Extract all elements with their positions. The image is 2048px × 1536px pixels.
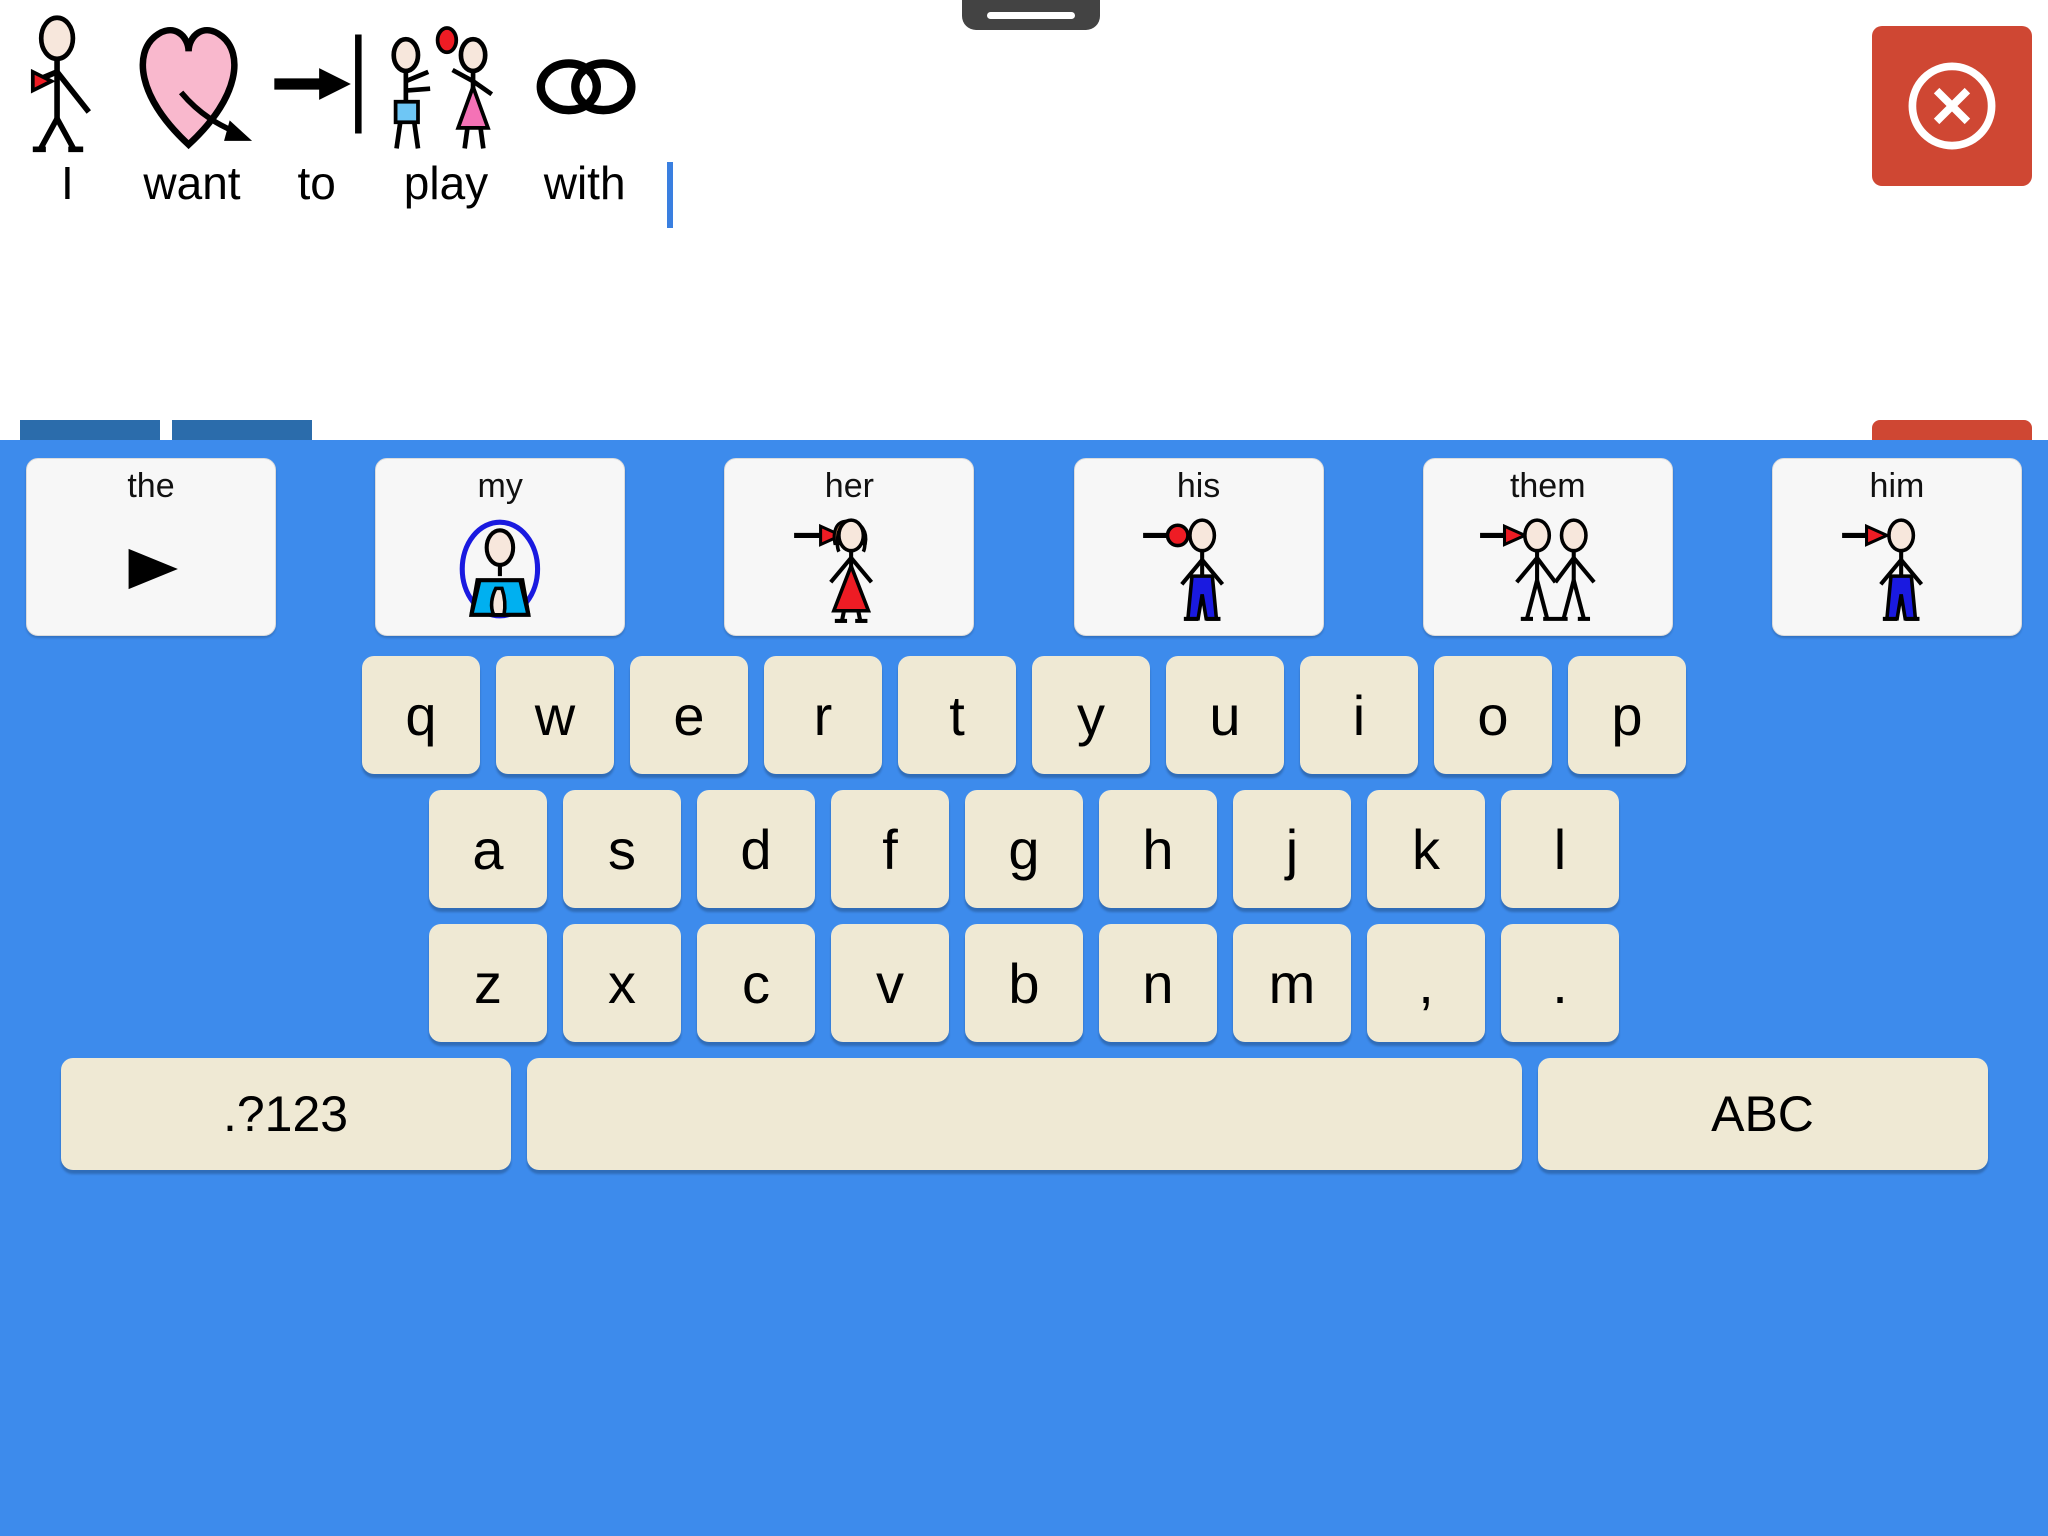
keyboard-row-4: .?123 ABC	[0, 1058, 2048, 1170]
keyboard-row-3: z x c v b n m , .	[0, 924, 2048, 1042]
prediction-symbol	[376, 503, 624, 635]
two-interlocking-rings-icon	[536, 59, 636, 115]
prediction-symbol	[725, 503, 973, 635]
key-w[interactable]: w	[496, 656, 614, 774]
arrow-to-girl-red-dress-icon	[794, 518, 874, 623]
prediction-them[interactable]: them	[1422, 458, 1673, 636]
key-s[interactable]: s	[563, 790, 681, 908]
sentence-word-play[interactable]: play	[376, 14, 516, 206]
key-o[interactable]: o	[1434, 656, 1552, 774]
key-i[interactable]: i	[1300, 656, 1418, 774]
key-v[interactable]: v	[831, 924, 949, 1042]
close-circle-icon	[1908, 62, 1996, 150]
sentence-word-label: to	[297, 157, 336, 209]
two-children-with-ball-icon	[391, 26, 494, 149]
prediction-label: him	[1869, 467, 1925, 505]
key-g[interactable]: g	[965, 790, 1083, 908]
prediction-him[interactable]: him	[1771, 458, 2022, 636]
key-m[interactable]: m	[1233, 924, 1351, 1042]
key-j[interactable]: j	[1233, 790, 1351, 908]
key-f[interactable]: f	[831, 790, 949, 908]
pink-heart-with-arrow-icon	[139, 27, 252, 150]
prediction-my[interactable]: my	[375, 458, 626, 636]
arrow-to-boy-blue-trousers-icon	[1841, 518, 1923, 621]
arrow-to-line-icon	[274, 34, 362, 134]
word-prediction-row: the my her his them him	[0, 458, 2048, 636]
onscreen-keyboard: the my her his them him q w e r t y u i …	[0, 440, 2048, 1536]
line-dot-to-boy-blue-trousers-icon	[1143, 518, 1225, 621]
prediction-label: the	[127, 467, 175, 505]
key-a[interactable]: a	[429, 790, 547, 908]
key-n[interactable]: n	[1099, 924, 1217, 1042]
key-numbers-symbols[interactable]: .?123	[60, 1058, 511, 1170]
key-q[interactable]: q	[362, 656, 480, 774]
text-caret	[667, 162, 674, 228]
prediction-label: them	[1509, 467, 1586, 505]
key-comma[interactable]: ,	[1367, 924, 1485, 1042]
key-z[interactable]: z	[429, 924, 547, 1042]
sentence-word-label: play	[403, 157, 489, 209]
arrow-to-two-people-holding-hands-icon	[1480, 518, 1597, 621]
prediction-her[interactable]: her	[724, 458, 975, 636]
key-abc[interactable]: ABC	[1537, 1058, 1988, 1170]
sentence-word-i[interactable]: I	[16, 14, 119, 206]
key-period[interactable]: .	[1501, 924, 1619, 1042]
key-h[interactable]: h	[1099, 790, 1217, 908]
prediction-the[interactable]: the	[26, 458, 276, 636]
prediction-symbol	[27, 503, 275, 635]
prediction-label: her	[824, 467, 874, 505]
prediction-label: his	[1176, 467, 1221, 505]
key-x[interactable]: x	[563, 924, 681, 1042]
prediction-symbol	[1075, 503, 1323, 635]
keyboard-row-2: a s d f g h j k l	[0, 790, 2048, 908]
key-k[interactable]: k	[1367, 790, 1485, 908]
key-p[interactable]: p	[1568, 656, 1686, 774]
sentence-strip[interactable]: I want to play with	[16, 14, 1356, 264]
sentence-word-label: with	[543, 157, 626, 209]
key-d[interactable]: d	[697, 790, 815, 908]
prediction-symbol	[1424, 503, 1672, 635]
key-t[interactable]: t	[898, 656, 1016, 774]
sentence-word-with[interactable]: with	[524, 14, 645, 206]
key-c[interactable]: c	[697, 924, 815, 1042]
key-y[interactable]: y	[1032, 656, 1150, 774]
sentence-word-want[interactable]: want	[127, 14, 258, 206]
key-b[interactable]: b	[965, 924, 1083, 1042]
prediction-his[interactable]: his	[1073, 458, 1324, 636]
person-pointing-self-icon	[30, 15, 91, 153]
prediction-symbol	[1773, 503, 2021, 635]
key-space[interactable]	[526, 1058, 1522, 1170]
prediction-label: my	[477, 467, 523, 505]
black-triangle-arrow-icon	[128, 548, 178, 590]
clear-message-button[interactable]	[1872, 26, 2032, 186]
aac-keyboard-screen: I want to play with the my her his them …	[0, 0, 2048, 1536]
keyboard-row-1: q w e r t y u i o p	[0, 656, 2048, 774]
person-pointing-to-self-in-circle-icon	[459, 519, 541, 619]
key-l[interactable]: l	[1501, 790, 1619, 908]
key-e[interactable]: e	[630, 656, 748, 774]
key-u[interactable]: u	[1166, 656, 1284, 774]
sentence-word-label: want	[143, 157, 241, 209]
sentence-word-label: I	[60, 157, 74, 209]
key-r[interactable]: r	[764, 656, 882, 774]
sentence-word-to[interactable]: to	[265, 14, 368, 206]
